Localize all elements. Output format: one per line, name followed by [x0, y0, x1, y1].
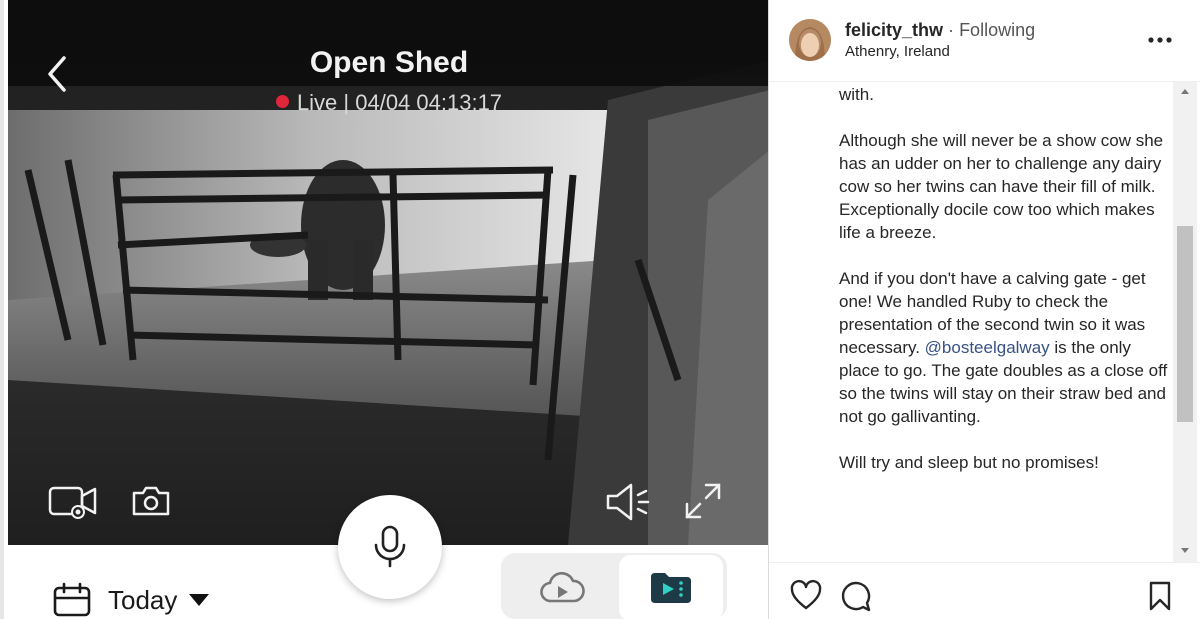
live-video-feed[interactable] — [8, 0, 770, 545]
speaker-icon — [606, 483, 650, 521]
following-button[interactable]: Following — [959, 20, 1035, 40]
caption-paragraph: with. — [839, 85, 874, 104]
caret-down-icon — [189, 594, 210, 606]
triangle-down-icon — [1181, 548, 1189, 553]
save-button[interactable] — [1143, 579, 1177, 613]
post-actions — [769, 562, 1200, 619]
post-header: felicity_thw · Following Athenry, Irelan… — [769, 0, 1200, 82]
post-author-line: felicity_thw · Following — [845, 20, 1035, 41]
talk-button[interactable] — [338, 495, 442, 599]
snapshot-button[interactable] — [130, 484, 172, 518]
date-filter-label: Today — [108, 584, 178, 615]
triangle-up-icon — [1181, 89, 1189, 94]
comment-button[interactable] — [839, 579, 873, 613]
live-indicator-dot — [275, 95, 289, 108]
caption-scroll-area[interactable]: with. Although she will never be a show … — [769, 82, 1200, 562]
fullscreen-button[interactable] — [684, 482, 722, 520]
record-video-icon — [48, 486, 97, 519]
fullscreen-icon — [685, 483, 721, 519]
local-playback-button[interactable] — [619, 555, 723, 619]
live-status: Live | 04/04 04:13:17 — [4, 90, 774, 116]
caption-paragraph: Will try and sleep but no promises! — [839, 453, 1099, 472]
date-filter-dropdown[interactable]: Today — [52, 582, 210, 618]
scrollbar-thumb[interactable] — [1177, 226, 1193, 422]
heart-icon — [790, 579, 822, 610]
calendar-icon — [53, 582, 91, 617]
scroll-up-button[interactable] — [1173, 82, 1197, 100]
camera-title: Open Shed — [309, 46, 469, 79]
location-link[interactable]: Athenry, Ireland — [845, 43, 950, 60]
scroll-down-button[interactable] — [1173, 542, 1197, 560]
separator-dot: · — [948, 20, 955, 40]
record-video-button[interactable] — [48, 484, 98, 520]
playback-mode-toggle — [501, 553, 727, 619]
username-link[interactable]: felicity_thw — [845, 20, 943, 40]
cloud-playback-icon — [540, 571, 585, 603]
instagram-post-panel: felicity_thw · Following Athenry, Irelan… — [768, 0, 1200, 619]
caption-scrollbar[interactable] — [1173, 82, 1197, 562]
local-playback-icon — [651, 573, 691, 603]
more-options-button[interactable] — [1145, 26, 1175, 54]
cloud-playback-button[interactable] — [501, 553, 619, 619]
caption-paragraph: And if you don't have a calving gate - g… — [839, 267, 1169, 428]
avatar[interactable] — [789, 19, 831, 61]
mention-link[interactable]: @bosteelgalway — [925, 338, 1050, 357]
camera-app: Open Shed Live | 04/04 04:13:17 Today — [0, 0, 770, 619]
post-caption: with. Although she will never be a show … — [839, 82, 1169, 497]
caption-paragraph: Although she will never be a show cow sh… — [839, 131, 1164, 242]
bookmark-icon — [1149, 581, 1171, 611]
live-timestamp: Live | 04/04 04:13:17 — [296, 90, 503, 115]
speaker-button[interactable] — [605, 482, 651, 522]
profile-photo — [789, 19, 831, 61]
screen: Open Shed Live | 04/04 04:13:17 Today fe… — [0, 0, 1200, 619]
like-button[interactable] — [789, 579, 823, 613]
microphone-icon — [374, 525, 406, 568]
more-options-icon — [1148, 37, 1172, 43]
camera-snapshot-icon — [132, 486, 170, 516]
comment-icon — [841, 581, 871, 612]
